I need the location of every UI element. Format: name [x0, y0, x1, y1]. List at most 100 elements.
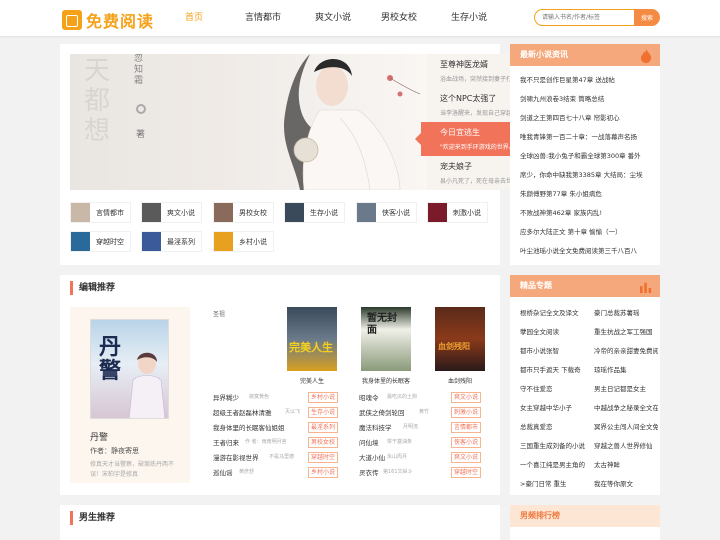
genre-tag[interactable]: 爽文小说	[451, 392, 482, 403]
news-item[interactable]: 唯我青锋第一百二十章：一战落幕声名扬	[520, 131, 654, 141]
featured-book-cover[interactable]: 丹警	[90, 319, 169, 419]
category-label: 生存小说	[310, 208, 338, 217]
genre-tag[interactable]: 生存小说	[308, 407, 339, 418]
nav-home[interactable]: 首页	[168, 0, 220, 36]
book-title[interactable]: 武侠之倚剑轮回	[359, 407, 405, 417]
genre-tag[interactable]: 爽文小说	[451, 452, 482, 463]
book-title[interactable]: 魔法科技学	[359, 422, 392, 432]
book-card[interactable]: 圣祖	[210, 307, 266, 371]
topic-item[interactable]: 三国重生成刘备的小说	[520, 440, 590, 450]
category-cool[interactable]: 爽文小说	[141, 202, 202, 223]
category-thrill[interactable]: 刺激小说	[427, 202, 488, 223]
topic-item[interactable]: 冥界公主闯人间全文免	[594, 421, 658, 431]
topic-item[interactable]: 都市只手遮天 下载奇	[520, 364, 590, 374]
topic-item[interactable]: 孽园全文阅读	[520, 326, 590, 336]
topic-item[interactable]: 一个喜江纯是男主角的	[520, 459, 590, 469]
book-title[interactable]: 超级王者赵磊林清雅	[213, 407, 272, 417]
genre-tag[interactable]: 言情都市	[451, 422, 482, 433]
featured-book-name[interactable]: 丹警	[90, 430, 108, 443]
book-cover[interactable]: 血剑残阳	[435, 307, 485, 371]
book-name[interactable]: 我身体里的长眠客	[358, 376, 414, 385]
topic-item[interactable]: 冷帝的亲亲甜妻免费阅	[594, 345, 658, 355]
book-title[interactable]: 漫游在影视世界	[213, 452, 259, 462]
genre-tag[interactable]: 穿越时空	[308, 452, 339, 463]
nav-romance-city[interactable]: 言情都市	[232, 0, 294, 36]
category-survival[interactable]: 生存小说	[284, 202, 345, 223]
topic-item[interactable]: 我在等你原文	[594, 478, 658, 488]
book-cover[interactable]: 暂无封面	[361, 307, 411, 371]
genre-tag[interactable]: 乡村小说	[308, 467, 339, 478]
book-title[interactable]: 巡仙谣	[213, 467, 233, 477]
topic-item[interactable]: 男主日记都是女主	[594, 383, 658, 393]
book-card[interactable]: 血剑残阳 血剑残阳	[432, 307, 488, 385]
banner-cover-image[interactable]: 天都想 忽知霜 著	[70, 54, 427, 190]
genre-tag[interactable]: 男校女校	[308, 437, 339, 448]
topic-item[interactable]: 中越战争之秘录全文在	[594, 402, 658, 412]
nav-survival[interactable]: 生存小说	[438, 0, 500, 36]
topic-item[interactable]: >豪门日常 重生	[520, 478, 590, 488]
genre-tag[interactable]: 最淫系列	[308, 422, 339, 433]
book-title[interactable]: 我身体里的长眠客仙姐姐	[213, 422, 285, 432]
thrill-avatar-icon	[428, 203, 447, 222]
category-label: 言情都市	[96, 208, 124, 217]
section-title: 男生推荐	[70, 511, 115, 525]
genre-tag[interactable]: 侠客小说	[451, 437, 482, 448]
book-cover-placeholder[interactable]: 圣祖	[213, 307, 263, 371]
category-village[interactable]: 乡村小说	[213, 231, 274, 252]
news-item[interactable]: 剑啸九州浪卷3结束 筒略总结	[520, 93, 654, 103]
book-cover[interactable]: 完美人生	[287, 307, 337, 371]
category-school[interactable]: 男校女校	[213, 202, 274, 223]
site-logo[interactable]: 免费阅读	[62, 8, 154, 32]
news-item[interactable]: 朱颜傅野第77章 朱小姐病危	[520, 188, 654, 198]
genre-tag[interactable]: 刺激小说	[451, 407, 482, 418]
book-name[interactable]: 血剑残阳	[432, 376, 488, 385]
book-title[interactable]: 大道小仙	[359, 452, 385, 462]
news-item[interactable]: 剑道之王第四百七十八章 帘影初心	[520, 112, 654, 122]
book-name[interactable]: 完美人生	[284, 376, 340, 385]
topic-item[interactable]: 琼瑶作品集	[594, 364, 658, 374]
book-title[interactable]: 灵衣传	[359, 467, 379, 477]
book-card[interactable]: 暂无封面 我身体里的长眠客	[358, 307, 414, 385]
topic-item[interactable]: 太古神眸	[594, 459, 658, 469]
book-title[interactable]: 问仙境	[359, 437, 379, 447]
featured-book[interactable]: 丹警 丹警 作者：静夜寄思 修真天才当警察，破案练丹两不误！宋柏宇是修真	[70, 307, 190, 483]
book-author: 作 者：雨南明月宫	[245, 439, 287, 445]
category-time-travel[interactable]: 穿越时空	[70, 231, 131, 252]
cover-girl-icon	[128, 352, 166, 418]
category-label: 侠客小说	[382, 208, 410, 217]
nav-school[interactable]: 男校女校	[368, 0, 430, 36]
news-item[interactable]: 全球凶兽:我小兔子和霸全球第300章 番外	[520, 150, 654, 160]
genre-tag[interactable]: 穿越时空	[451, 467, 482, 478]
news-item[interactable]: 叶尘池瑶小说全文免费阅读第三千八百八	[520, 245, 654, 255]
news-item[interactable]: 应多尔大陆正文 第十章 愉愉（一）	[520, 226, 654, 236]
book-title[interactable]: 昭魂令	[359, 392, 379, 402]
school-avatar-icon	[214, 203, 233, 222]
book-title[interactable]: 王者归来	[213, 437, 239, 447]
category-romance[interactable]: 言情都市	[70, 202, 131, 223]
topic-item[interactable]: 总裁真爱恋	[520, 421, 590, 431]
book-card[interactable]: 完美人生 完美人生	[284, 307, 340, 385]
category-label: 爽文小说	[167, 208, 195, 217]
topic-item[interactable]: 女主穿越中华小子	[520, 402, 590, 412]
news-item[interactable]: 席少，你命中缺我第3385章 大结局：尘埃	[520, 169, 654, 179]
genre-tag[interactable]: 乡村小说	[308, 392, 339, 403]
book-author: 不是马里德	[269, 454, 295, 460]
search-button[interactable]: 搜索	[634, 9, 660, 26]
search-input[interactable]	[534, 9, 636, 26]
topic-item[interactable]: 根桥杂记全文及译文	[520, 307, 590, 317]
topic-item[interactable]: 豪门总裁苏薯瑶	[594, 307, 658, 317]
topic-item[interactable]: 都市小说张智	[520, 345, 590, 355]
book-title[interactable]: 异界糊少	[213, 392, 239, 402]
category-label: 穿越时空	[96, 237, 124, 246]
topic-item[interactable]: 守不住爱恋	[520, 383, 590, 393]
category-swordsman[interactable]: 侠客小说	[356, 202, 417, 223]
topic-item[interactable]: 重生抗战之军工强国	[594, 326, 658, 336]
search-box: 搜索	[534, 9, 660, 26]
news-item[interactable]: 我不只是创作巨星第47章 送战帖	[520, 74, 654, 84]
news-item[interactable]: 不败战神第462章 家族内乱!	[520, 207, 654, 217]
nav-cool-novels[interactable]: 爽文小说	[302, 0, 364, 36]
category-series[interactable]: 最淫系列	[141, 231, 202, 252]
topic-item[interactable]: 穿越之兽人世界修仙	[594, 440, 658, 450]
romance-avatar-icon	[71, 203, 90, 222]
category-label: 刺激小说	[453, 208, 481, 217]
